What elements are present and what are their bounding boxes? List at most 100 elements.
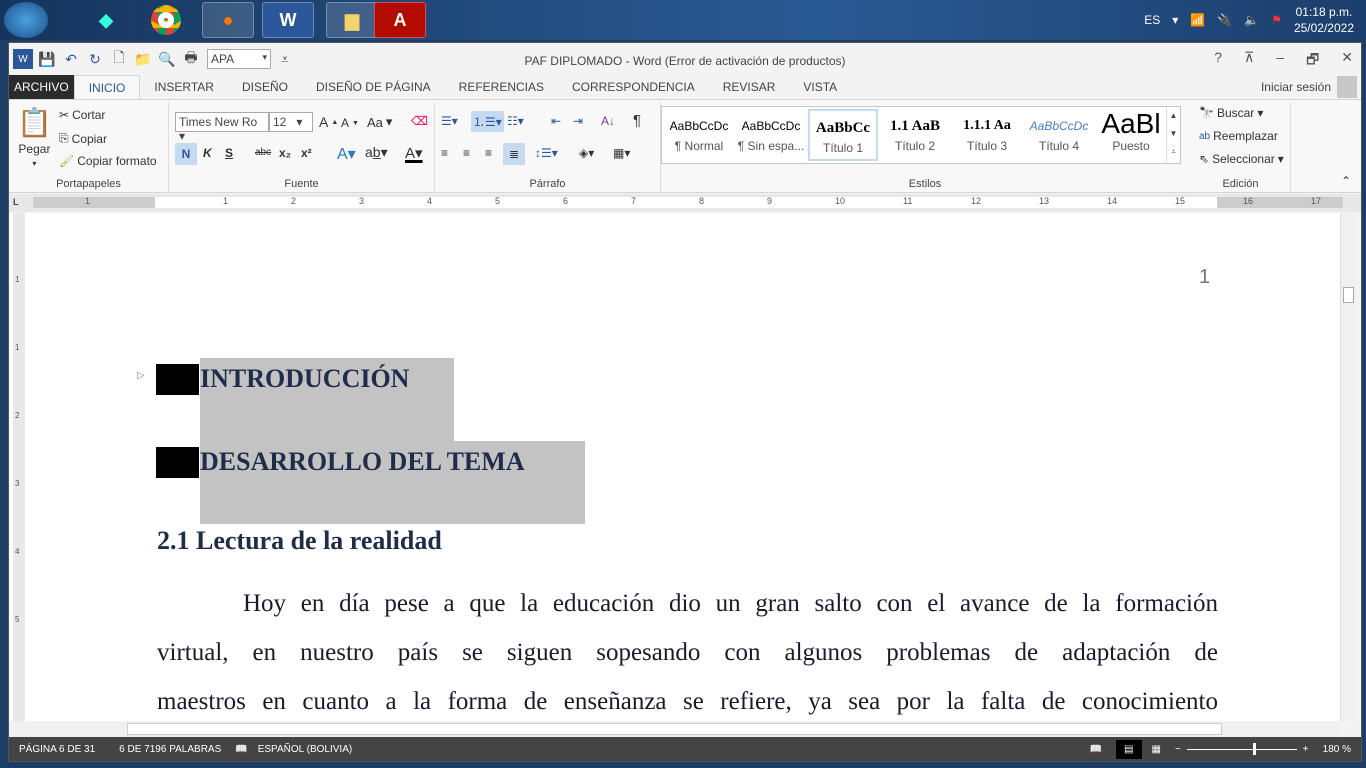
style-sin-espaciado[interactable]: AaBbCcDc ¶ Sin espa... <box>736 109 806 161</box>
collapse-heading-icon[interactable]: ▷ <box>137 370 145 381</box>
show-formatting-icon[interactable]: ¶ <box>633 112 641 129</box>
scroll-thumb[interactable] <box>1343 287 1354 303</box>
grow-font-button[interactable]: A ▲ <box>319 114 338 130</box>
font-size-dropdown[interactable]: 12 ▾ <box>269 112 313 132</box>
strikethrough-button[interactable]: abc <box>255 147 271 158</box>
align-right-icon[interactable]: ≡ <box>485 146 492 160</box>
align-left-icon[interactable]: ≡ <box>441 146 448 160</box>
collapse-ribbon-icon[interactable]: ⌃ <box>1341 174 1351 188</box>
tab-inicio[interactable]: INICIO <box>73 75 141 99</box>
multilevel-list-icon[interactable]: ☷▾ <box>507 114 524 128</box>
line-spacing-icon[interactable]: ↕☰▾ <box>535 146 558 160</box>
font-name-dropdown[interactable]: Times New Ro ▾ <box>175 112 269 143</box>
tab-correspondencia[interactable]: CORRESPONDENCIA <box>558 75 709 99</box>
clock[interactable]: 01:18 p.m. 25/02/2022 <box>1294 4 1354 36</box>
copy-button[interactable]: ⎘ Copiar <box>59 131 107 146</box>
web-layout-icon[interactable]: ▦ <box>1152 744 1161 755</box>
style-normal[interactable]: AaBbCcDc ¶ Normal <box>664 109 734 161</box>
proofing-icon[interactable]: 📖 <box>235 744 247 755</box>
action-center-flag-icon[interactable]: ⚑ <box>1271 13 1282 27</box>
style-titulo-3[interactable]: 1.1.1 Aa Título 3 <box>952 109 1022 161</box>
bold-button[interactable]: N <box>175 143 197 165</box>
justify-icon[interactable]: ≣ <box>503 143 525 165</box>
text-effects-icon[interactable]: A▾ <box>337 144 356 164</box>
numbering-icon[interactable]: ⒈☰▾ <box>471 111 504 132</box>
highlight-icon[interactable]: ab̲▾ <box>365 144 388 161</box>
tab-selector[interactable]: L <box>13 197 19 207</box>
page-count[interactable]: PÁGINA 6 DE 31 <box>19 744 95 755</box>
avatar[interactable] <box>1337 76 1357 98</box>
paragraph-line[interactable]: virtual, en nuestro país se siguen sopes… <box>157 628 1218 677</box>
replace-button[interactable]: ab Reemplazar <box>1199 129 1278 143</box>
shading-icon[interactable]: ◈▾ <box>579 146 594 160</box>
start-button[interactable] <box>4 2 48 38</box>
sort-icon[interactable]: A↓ <box>601 114 615 128</box>
bullets-icon[interactable]: ☰▾ <box>441 114 458 128</box>
chevron-down-icon[interactable]: ▾ <box>1172 13 1178 27</box>
sign-in-link[interactable]: Iniciar sesión <box>1261 80 1331 94</box>
superscript-button[interactable]: x² <box>301 146 312 160</box>
italic-button[interactable]: K <box>203 146 212 160</box>
word-count[interactable]: 6 DE 7196 PALABRAS <box>119 744 221 755</box>
change-case-button[interactable]: Aa ▾ <box>367 114 392 130</box>
heading-lectura-realidad[interactable]: 2.1 Lectura de la realidad <box>157 526 442 556</box>
filmora-icon[interactable]: ◆ <box>80 2 132 38</box>
find-button[interactable]: 🔭 Buscar ▾ <box>1199 106 1263 120</box>
acrobat-icon[interactable]: A <box>374 2 426 38</box>
subscript-button[interactable]: x₂ <box>279 146 291 160</box>
volume-icon[interactable]: 🔈 <box>1244 13 1259 27</box>
read-mode-icon[interactable]: 📖 <box>1090 744 1102 755</box>
cut-button[interactable]: ✂ Cortar <box>59 108 105 122</box>
firefox-icon[interactable]: ● <box>202 2 254 38</box>
vertical-ruler[interactable]: 1 1 2 3 4 5 <box>13 213 25 721</box>
shrink-font-button[interactable]: A ▼ <box>341 116 359 130</box>
clear-format-icon[interactable]: ⌫ <box>411 114 428 128</box>
tab-insertar[interactable]: INSERTAR <box>140 75 228 99</box>
paste-button[interactable]: 📋 Pegar ▾ <box>17 106 52 168</box>
format-painter-button[interactable]: 🖌 Copiar formato <box>59 154 157 168</box>
minimize-button[interactable]: – <box>1276 49 1284 73</box>
style-puesto[interactable]: AaBl Puesto <box>1096 109 1166 161</box>
word-icon[interactable]: W <box>262 2 314 38</box>
ribbon-display-button[interactable]: ⊼ <box>1244 49 1254 73</box>
decrease-indent-icon[interactable]: ⇤ <box>551 114 561 128</box>
style-titulo-4[interactable]: AaBbCcDc Título 4 <box>1024 109 1094 161</box>
tab-vista[interactable]: VISTA <box>789 75 851 99</box>
font-color-icon[interactable]: A▾ <box>405 144 423 162</box>
tab-diseno-pagina[interactable]: DISEÑO DE PÁGINA <box>302 75 445 99</box>
paragraph-line[interactable]: maestros en cuanto a la forma de enseñan… <box>157 677 1218 721</box>
tab-diseno[interactable]: DISEÑO <box>228 75 302 99</box>
zoom-level[interactable]: 180 % <box>1323 744 1351 755</box>
zoom-slider[interactable] <box>1186 742 1297 755</box>
heading-introduccion[interactable]: INTRODUCCIÓN <box>200 364 409 394</box>
tab-archivo[interactable]: ARCHIVO <box>9 75 74 99</box>
print-layout-icon[interactable]: ▤ <box>1116 739 1142 759</box>
zoom-in-button[interactable]: + <box>1303 744 1309 755</box>
close-button[interactable]: ✕ <box>1341 49 1353 73</box>
language-status[interactable]: ESPAÑOL (BOLIVIA) <box>258 744 352 755</box>
style-dropdown[interactable]: APA ▾ <box>207 49 271 69</box>
document-area[interactable]: 1 1 2 3 4 5 1 ▷ INTRODUCCIÓN DESARROLLO DEL T… <box>9 213 1340 721</box>
gallery-scroll[interactable]: ▲ ▼ ⩡ <box>1166 107 1180 163</box>
explorer-icon[interactable]: ▆ <box>326 2 378 38</box>
horizontal-ruler[interactable]: L 1 1 2 3 4 5 6 7 8 9 10 11 12 13 14 15 16 17 <box>9 194 1361 212</box>
network-icon[interactable]: 📶 <box>1190 13 1205 27</box>
chrome-icon[interactable] <box>140 2 192 38</box>
heading-desarrollo[interactable]: DESARROLLO DEL TEMA <box>200 447 525 477</box>
borders-icon[interactable]: ▦▾ <box>613 146 630 160</box>
increase-indent-icon[interactable]: ⇥ <box>573 114 583 128</box>
help-button[interactable]: ? <box>1214 49 1222 73</box>
tab-referencias[interactable]: REFERENCIAS <box>445 75 558 99</box>
restore-button[interactable]: 🗗 <box>1306 49 1319 73</box>
language-indicator[interactable]: ES <box>1144 13 1160 27</box>
vertical-scrollbar[interactable] <box>1340 213 1356 721</box>
align-center-icon[interactable]: ≡ <box>463 146 470 160</box>
zoom-out-button[interactable]: − <box>1175 744 1181 755</box>
scroll-thumb[interactable] <box>127 723 1222 735</box>
tab-revisar[interactable]: REVISAR <box>709 75 790 99</box>
style-titulo-1[interactable]: AaBbCc Título 1 <box>808 109 878 161</box>
select-button[interactable]: ⇖ Seleccionar ▾ <box>1199 152 1284 166</box>
paragraph-line[interactable]: Hoy en día pese a que la educación dio u… <box>157 579 1218 628</box>
style-titulo-2[interactable]: 1.1 AaB Título 2 <box>880 109 950 161</box>
underline-button[interactable]: S <box>225 146 233 160</box>
